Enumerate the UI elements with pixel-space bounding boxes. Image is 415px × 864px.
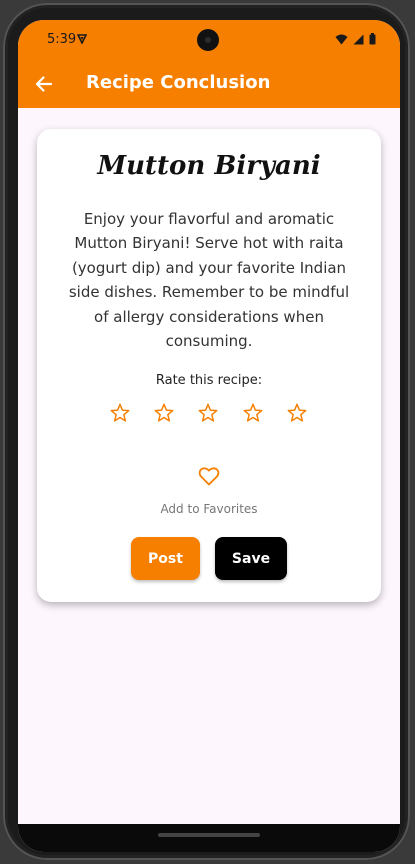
- gesture-handle[interactable]: [158, 833, 260, 837]
- app-bar: Recipe Conclusion: [18, 60, 400, 108]
- recipe-title: Mutton Biryani: [97, 151, 321, 181]
- back-button[interactable]: [30, 70, 58, 98]
- star-icon[interactable]: [242, 402, 264, 424]
- status-time: 5:39: [47, 32, 77, 47]
- recipe-card: Mutton Biryani Enjoy your flavorful and …: [37, 129, 381, 602]
- phone-frame: 5:39 Recipe Conclusion Mutton Biryani En…: [3, 3, 410, 860]
- signal-icon: [353, 34, 364, 44]
- add-to-favorites-label: Add to Favorites: [160, 502, 258, 516]
- gesture-nav-bar: [18, 824, 400, 852]
- star-rating: [109, 402, 309, 426]
- status-bar: 5:39: [18, 20, 400, 60]
- save-button[interactable]: Save: [215, 537, 287, 580]
- battery-icon: [369, 33, 376, 45]
- rate-label: Rate this recipe:: [155, 373, 263, 388]
- star-icon[interactable]: [153, 402, 175, 424]
- front-camera: [197, 29, 219, 51]
- recipe-description: Enjoy your flavorful and aromatic Mutton…: [68, 210, 350, 351]
- arrow-left-icon: [35, 76, 53, 92]
- screen: 5:39 Recipe Conclusion Mutton Biryani En…: [18, 20, 400, 852]
- star-icon[interactable]: [197, 402, 219, 424]
- wifi-icon: [335, 34, 348, 44]
- status-icons: [335, 33, 376, 45]
- post-button[interactable]: Post: [131, 537, 200, 580]
- vpn-icon: [77, 34, 87, 44]
- star-icon[interactable]: [109, 402, 131, 424]
- heart-icon[interactable]: [197, 464, 221, 488]
- page-title: Recipe Conclusion: [86, 72, 271, 93]
- star-icon[interactable]: [286, 402, 308, 424]
